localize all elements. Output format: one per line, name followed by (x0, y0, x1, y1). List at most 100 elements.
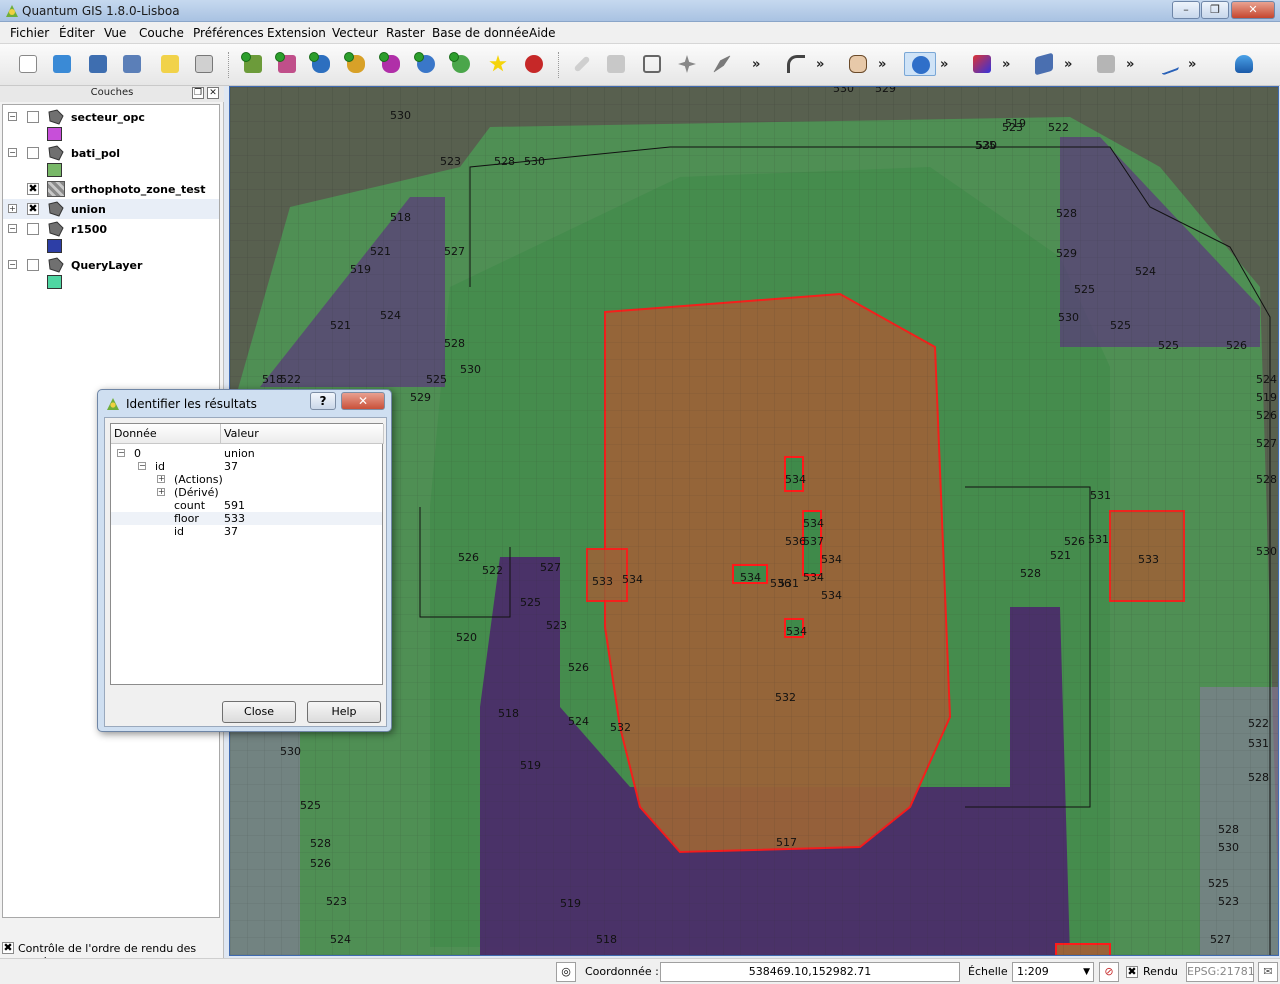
layer-checkbox[interactable]: ✖ (27, 183, 39, 195)
layer-checkbox[interactable] (27, 111, 39, 123)
spatialite-icon[interactable] (1232, 52, 1256, 76)
toolbar-overflow-chevron[interactable]: » (752, 57, 760, 72)
minimize-button[interactable]: – (1172, 1, 1200, 19)
toolbar-overflow-chevron-3[interactable]: » (878, 57, 886, 72)
toolbar-overflow-chevron-6[interactable]: » (1064, 57, 1072, 72)
toggle-editing-icon[interactable] (570, 52, 594, 76)
render-order-checkbox[interactable]: ✖ (2, 942, 14, 954)
new-project-icon[interactable] (16, 52, 40, 76)
toolbar-overflow-chevron-5[interactable]: » (1002, 57, 1010, 72)
collapse-icon[interactable]: − (138, 462, 146, 470)
tree-value: 37 (224, 460, 238, 473)
layer-checkbox[interactable] (27, 147, 39, 159)
add-wfs-layer-icon[interactable] (414, 52, 438, 76)
close-panel-icon[interactable]: ✕ (207, 87, 219, 99)
help-button[interactable]: Help (307, 701, 381, 723)
layer-symbol-swatch[interactable] (47, 127, 62, 141)
add-wms-layer-icon[interactable] (379, 52, 403, 76)
collapse-icon[interactable]: − (8, 260, 17, 269)
layer-checkbox[interactable] (27, 259, 39, 271)
undock-icon[interactable]: ❐ (192, 87, 204, 99)
menu-vue[interactable]: Vue (104, 26, 126, 40)
layer-symbol-swatch[interactable] (47, 239, 62, 253)
close-button[interactable]: Close (222, 701, 296, 723)
pan-icon[interactable] (846, 52, 870, 76)
layer-row-r1500[interactable]: − r1500 (3, 219, 219, 239)
save-project-icon[interactable] (86, 52, 110, 76)
add-spatialite-layer-icon[interactable] (344, 52, 368, 76)
save-edits-icon[interactable] (604, 52, 628, 76)
tree-row[interactable]: + (Actions) (111, 473, 382, 486)
expand-icon[interactable]: + (8, 204, 17, 213)
undo-icon[interactable] (784, 52, 808, 76)
print-icon[interactable] (192, 52, 216, 76)
scale-combobox[interactable]: 1:209 ▼ (1012, 962, 1094, 982)
column-header-donnee[interactable]: Donnée (111, 424, 221, 444)
layer-row-orthophoto[interactable]: ✖ orthophoto_zone_test (3, 179, 219, 199)
field-calculator-icon[interactable] (1094, 52, 1118, 76)
menu-editer[interactable]: Éditer (59, 26, 95, 40)
expand-icon[interactable]: + (157, 475, 165, 483)
move-feature-icon[interactable] (675, 52, 699, 76)
maximize-button[interactable]: ❐ (1201, 1, 1229, 19)
node-tool-icon[interactable] (710, 52, 734, 76)
message-log-icon[interactable]: ✉ (1258, 962, 1278, 982)
column-header-valeur[interactable]: Valeur (221, 424, 384, 444)
expand-icon[interactable]: + (157, 488, 165, 496)
map-label: 525 (300, 799, 321, 812)
open-table-icon[interactable] (1032, 52, 1056, 76)
layer-row-union[interactable]: + ✖ union (3, 199, 219, 219)
stop-render-icon[interactable]: ⊘ (1099, 962, 1119, 982)
new-print-composer-icon[interactable] (158, 52, 182, 76)
toolbar-overflow-chevron-7[interactable]: » (1126, 57, 1134, 72)
collapse-icon[interactable]: − (8, 224, 17, 233)
menu-raster[interactable]: Raster (386, 26, 425, 40)
toolbar-overflow-chevron-8[interactable]: » (1188, 57, 1196, 72)
close-window-button[interactable]: ✕ (1231, 1, 1275, 19)
collapse-icon[interactable]: − (117, 449, 125, 457)
tree-row[interactable]: id 37 (111, 525, 382, 538)
collapse-icon[interactable]: − (8, 112, 17, 121)
add-vector-layer-icon[interactable] (241, 52, 265, 76)
add-raster-layer-icon[interactable] (275, 52, 299, 76)
coordinate-field[interactable]: 538469.10,152982.71 (660, 962, 960, 982)
dialog-help-button[interactable]: ? (310, 392, 336, 410)
add-postgis-layer-icon[interactable] (309, 52, 333, 76)
identify-icon[interactable] (904, 52, 936, 76)
crs-status[interactable]: EPSG:21781 (1186, 962, 1255, 982)
save-as-icon[interactable] (120, 52, 144, 76)
collapse-icon[interactable]: − (8, 148, 17, 157)
layer-symbol-swatch[interactable] (47, 163, 62, 177)
render-checkbox[interactable]: ✖ (1126, 966, 1138, 978)
tree-row[interactable]: count 591 (111, 499, 382, 512)
layer-row-querylayer[interactable]: − QueryLayer (3, 255, 219, 275)
menu-fichier[interactable]: Fichier (10, 26, 49, 40)
render-order-control[interactable]: ✖ Contrôle de l'ordre de rendu des couch… (2, 940, 222, 968)
layer-symbol-swatch[interactable] (47, 275, 62, 289)
layer-row-secteur-opc[interactable]: − secteur_opc (3, 107, 219, 127)
remove-layer-icon[interactable] (522, 52, 546, 76)
menu-extension[interactable]: Extension (267, 26, 326, 40)
tree-row[interactable]: + (Dérivé) (111, 486, 382, 499)
toggle-extents-icon[interactable]: ◎ (556, 962, 576, 982)
menu-vecteur[interactable]: Vecteur (332, 26, 378, 40)
layer-row-bati-pol[interactable]: − bati_pol (3, 143, 219, 163)
tree-row[interactable]: floor 533 (111, 512, 382, 525)
tree-row[interactable]: − id 37 (111, 460, 382, 473)
menu-base-de-donnee[interactable]: Base de donnée (432, 26, 529, 40)
label-icon[interactable] (1156, 52, 1180, 76)
postgis-manager-icon[interactable] (970, 52, 994, 76)
menu-aide[interactable]: Aide (529, 26, 556, 40)
toolbar-overflow-chevron-4[interactable]: » (940, 57, 948, 72)
tree-row[interactable]: − 0 union (111, 447, 382, 460)
menu-preferences[interactable]: Préférences (193, 26, 264, 40)
dialog-close-x-button[interactable]: ✕ (341, 392, 385, 410)
layer-checkbox[interactable] (27, 223, 39, 235)
add-wcs-layer-icon[interactable] (449, 52, 473, 76)
add-feature-icon[interactable] (640, 52, 664, 76)
new-shapefile-icon[interactable] (486, 52, 510, 76)
toolbar-overflow-chevron-2[interactable]: » (816, 57, 824, 72)
open-project-icon[interactable] (50, 52, 74, 76)
layer-checkbox[interactable]: ✖ (27, 203, 39, 215)
menu-couche[interactable]: Couche (139, 26, 184, 40)
